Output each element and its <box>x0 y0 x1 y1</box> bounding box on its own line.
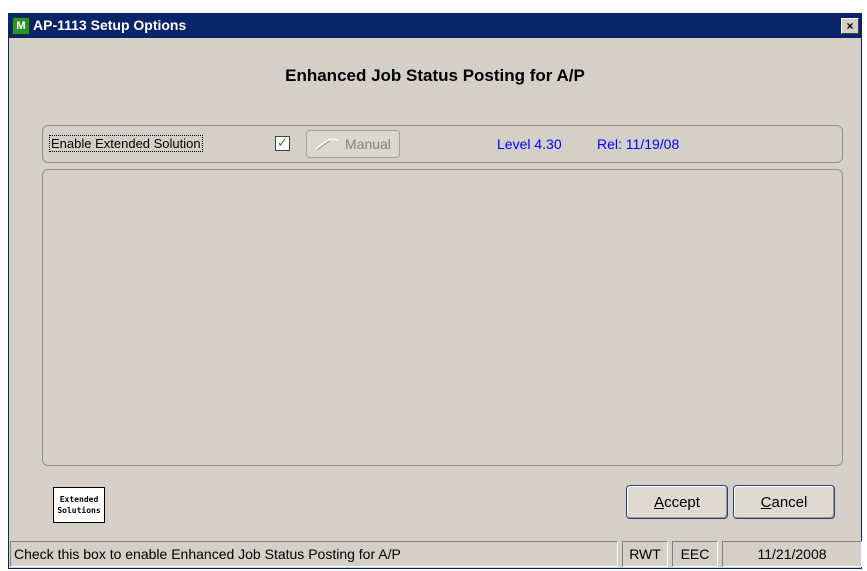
status-date: 11/21/2008 <box>722 541 862 567</box>
release-text: Rel: 11/19/08 <box>597 136 680 152</box>
accept-mnemonic: A <box>654 493 665 511</box>
close-button[interactable]: × <box>841 18 859 34</box>
status-user: RWT <box>622 541 668 567</box>
status-bar: Check this box to enable Enhanced Job St… <box>9 539 862 569</box>
enable-extended-solution-checkbox[interactable]: ✓ <box>275 136 290 151</box>
status-company: EEC <box>672 541 718 567</box>
manual-button-label: Manual <box>345 136 391 152</box>
enable-extended-solution-label[interactable]: Enable Extended Solution <box>49 135 203 152</box>
cancel-label-rest: ancel <box>771 493 808 511</box>
logo-line-2: Solutions <box>57 506 101 515</box>
cancel-mnemonic: C <box>760 493 772 511</box>
window-title: AP-1113 Setup Options <box>33 17 187 33</box>
accept-button[interactable]: Accept <box>626 485 728 519</box>
setup-options-window: M AP-1113 Setup Options × Enhanced Job S… <box>8 13 862 569</box>
content-panel <box>42 169 843 466</box>
logo-line-1: Extended <box>59 495 99 504</box>
check-icon: ✓ <box>277 136 288 151</box>
app-icon: M <box>12 17 30 35</box>
page-title: Enhanced Job Status Posting for A/P <box>285 66 585 85</box>
title-bar[interactable]: M AP-1113 Setup Options × <box>9 14 861 38</box>
cancel-button[interactable]: Cancel <box>733 485 835 519</box>
options-group: Enable Extended Solution ✓ Manual Level … <box>42 125 843 163</box>
manual-button[interactable]: Manual <box>306 130 400 158</box>
accept-label-rest: ccept <box>664 493 700 511</box>
level-text: Level 4.30 <box>497 136 562 152</box>
manual-icon <box>315 138 339 151</box>
status-message: Check this box to enable Enhanced Job St… <box>10 541 618 567</box>
extended-solutions-logo: Extended Solutions <box>53 487 105 523</box>
